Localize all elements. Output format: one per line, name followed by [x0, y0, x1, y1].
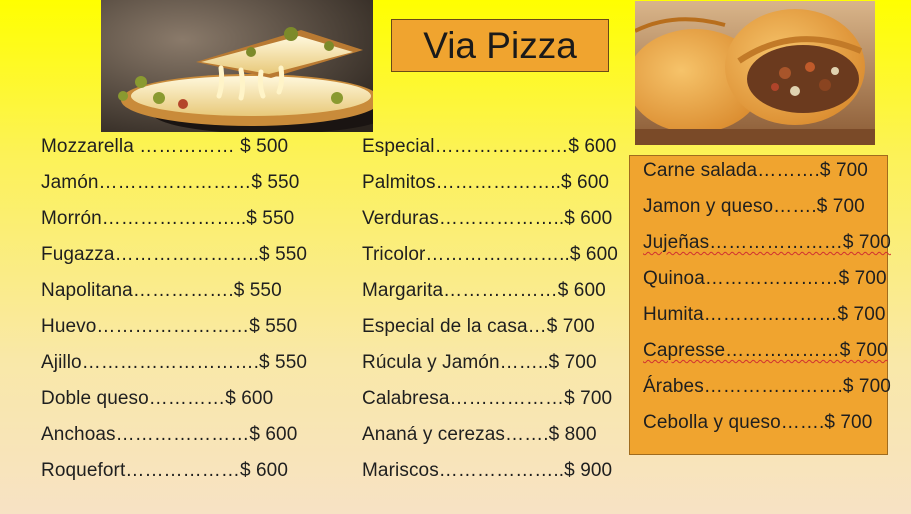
- menu-item: Anchoas…………………$ 600: [41, 424, 298, 445]
- empanada-image-icon: [635, 1, 875, 145]
- menu-item: Doble queso…………$ 600: [41, 388, 274, 409]
- menu-item: Mozzarella …………… $ 500: [41, 136, 289, 157]
- menu-item: Ananá y cerezas…….$ 800: [362, 424, 597, 445]
- menu-item: Especial…………………$ 600: [362, 136, 617, 157]
- menu-item: Cebolla y queso…….$ 700: [643, 412, 873, 433]
- menu-item: Jamon y queso…….$ 700: [643, 196, 865, 217]
- empanadas-menu-box: Carne salada……….$ 700 Jamon y queso…….$ …: [629, 153, 891, 455]
- menu-item: Napolitana…………….$ 550: [41, 280, 282, 301]
- menu-item: Capresse………………$ 700: [643, 340, 888, 361]
- menu-item: Palmitos………………..$ 600: [362, 172, 610, 193]
- menu-item: Mariscos………………..$ 900: [362, 460, 613, 481]
- menu-column-1: Mozzarella …………… $ 500 Jamón……………………$ 55…: [41, 129, 307, 489]
- menu-item: Tricolor…………………..$ 600: [362, 244, 618, 265]
- page-title: Via Pizza: [391, 19, 609, 72]
- menu-item: Fugazza…………………..$ 550: [41, 244, 308, 265]
- menu-item: Árabes………………….$ 700: [643, 376, 891, 397]
- menu-item: Quinoa…………………$ 700: [643, 268, 887, 289]
- menu-item: Roquefort………………$ 600: [41, 460, 288, 481]
- menu-item: Margarita………………$ 600: [362, 280, 606, 301]
- menu-item: Ajillo……………………….$ 550: [41, 352, 308, 373]
- menu-column-2: Especial…………………$ 600 Palmitos………………..$ 6…: [362, 129, 618, 489]
- menu-item: Calabresa………………$ 700: [362, 388, 613, 409]
- menu-item: Jujeñas…………………$ 700: [643, 232, 891, 253]
- menu-item: Rúcula y Jamón……..$ 700: [362, 352, 597, 373]
- menu-column-3: Carne salada……….$ 700 Jamon y queso…….$ …: [643, 153, 891, 441]
- menu-item: Humita…………………$ 700: [643, 304, 886, 325]
- menu-item: Especial de la casa…$ 700: [362, 316, 595, 337]
- empanada-photo: [635, 1, 875, 145]
- menu-item: Jamón……………………$ 550: [41, 172, 300, 193]
- menu-item: Carne salada……….$ 700: [643, 160, 868, 181]
- menu-item: Huevo……………………$ 550: [41, 316, 298, 337]
- pizza-image-icon: [101, 0, 373, 132]
- pizza-photo: [101, 0, 373, 132]
- menu-item: Morrón…………………..$ 550: [41, 208, 295, 229]
- menu-item: Verduras………………..$ 600: [362, 208, 613, 229]
